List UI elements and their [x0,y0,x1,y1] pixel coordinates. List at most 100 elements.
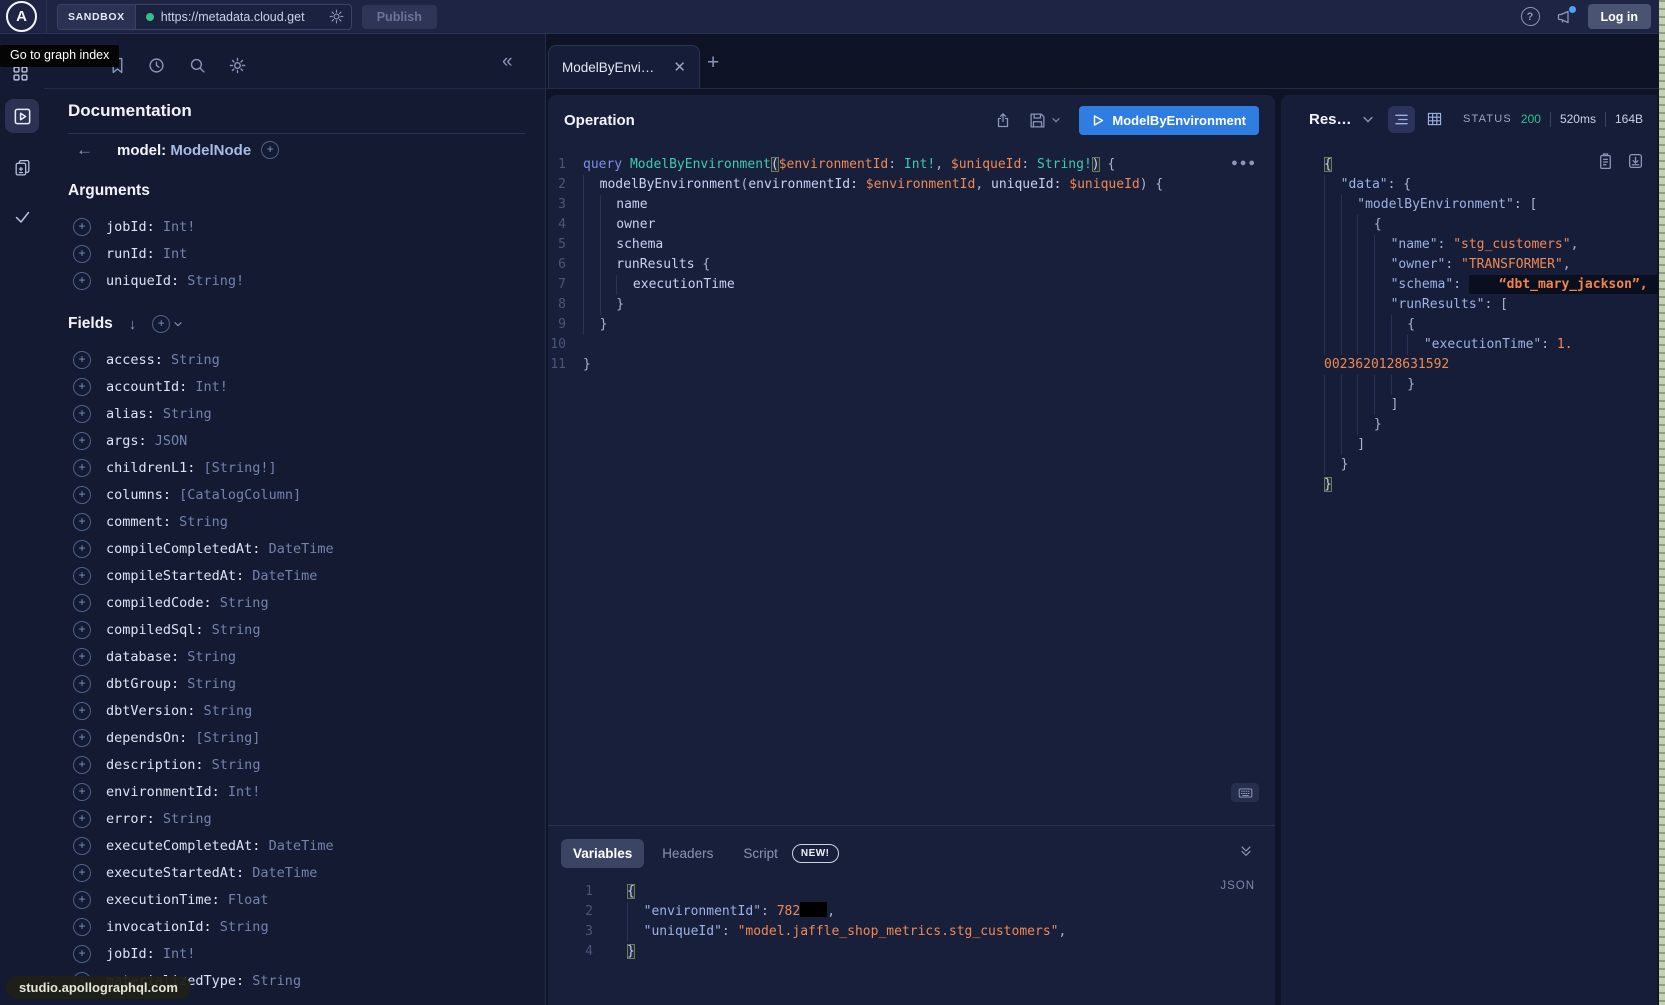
field-name[interactable]: args: [106,433,147,449]
add-to-query-button[interactable]: + [73,540,91,558]
graph-index-icon[interactable] [12,65,29,82]
operation-tab[interactable]: ModelByEnvi… ✕ [548,45,700,88]
tab-script[interactable]: Script [731,839,782,868]
field-name[interactable]: executionTime: [106,892,220,908]
add-to-query-button[interactable]: + [73,351,91,369]
field-name[interactable]: runId: [106,246,155,262]
field-type[interactable]: Int! [155,946,196,962]
chevron-down-icon[interactable] [1362,115,1374,124]
field-type[interactable]: Int [155,246,188,262]
close-tab-icon[interactable]: ✕ [673,58,686,76]
save-group[interactable] [1029,112,1061,129]
field-name[interactable]: dbtGroup: [106,676,179,692]
field-name[interactable]: access: [106,352,163,368]
add-to-query-button[interactable]: + [73,864,91,882]
add-to-query-button[interactable]: + [73,432,91,450]
field-type[interactable]: String [171,514,228,530]
add-to-query-button[interactable]: + [73,486,91,504]
field-name[interactable]: accountId: [106,379,187,395]
add-to-query-button[interactable]: + [73,378,91,396]
field-type[interactable]: DateTime [244,865,317,881]
field-type[interactable]: DateTime [260,838,333,854]
field-name[interactable]: compiledSql: [106,622,204,638]
help-icon[interactable]: ? [1521,7,1540,26]
run-operation-button[interactable]: ModelByEnvironment [1079,106,1259,135]
docs-settings-icon[interactable] [229,57,246,75]
sort-icon[interactable]: ↓ [129,316,137,333]
field-name[interactable]: uniqueId: [106,273,179,289]
add-to-query-button[interactable]: + [73,918,91,936]
field-type[interactable]: String! [179,273,244,289]
field-type[interactable]: String [155,406,212,422]
field-name[interactable]: error: [106,811,155,827]
add-to-query-button[interactable]: + [73,675,91,693]
field-name[interactable]: jobId: [106,946,155,962]
add-all-fields-button[interactable]: + [152,315,183,333]
field-type[interactable]: String [163,352,220,368]
field-type[interactable]: DateTime [260,541,333,557]
response-body[interactable]: {"data": {"modelByEnvironment": [{"name"… [1281,155,1657,495]
apollo-logo[interactable]: A [6,1,37,32]
connection-settings-icon[interactable] [329,9,344,24]
publish-button[interactable]: Publish [362,5,437,29]
field-type[interactable]: [String!] [195,460,276,476]
field-type[interactable]: Int! [187,379,228,395]
field-name[interactable]: columns: [106,487,171,503]
field-type[interactable]: [String] [187,730,260,746]
response-title[interactable]: Res… [1309,111,1352,128]
checks-icon[interactable] [13,209,32,225]
search-icon[interactable] [189,57,206,75]
field-type[interactable]: [CatalogColumn] [171,487,301,503]
add-to-query-button[interactable]: + [73,621,91,639]
add-to-query-button[interactable]: + [73,756,91,774]
field-name[interactable]: invocationId: [106,919,212,935]
explorer-tab-icon[interactable] [5,99,39,133]
field-name[interactable]: compiledCode: [106,595,212,611]
field-name[interactable]: executeStartedAt: [106,865,244,881]
tab-variables[interactable]: Variables [561,839,644,868]
field-name[interactable]: jobId: [106,219,155,235]
keyboard-shortcuts-icon[interactable] [1231,783,1259,802]
field-type[interactable]: String [244,973,301,989]
add-to-query-button[interactable]: + [73,405,91,423]
endpoint-url-input[interactable]: https://metadata.cloud.get [161,10,327,24]
pretty-view-toggle[interactable] [1388,106,1415,133]
collapse-panel-icon[interactable]: « [502,51,513,69]
field-name[interactable]: environmentId: [106,784,220,800]
field-type[interactable]: Int! [220,784,261,800]
login-button[interactable]: Log in [1588,4,1652,29]
field-type[interactable]: DateTime [244,568,317,584]
field-name[interactable]: dependsOn: [106,730,187,746]
field-name[interactable]: executeCompletedAt: [106,838,260,854]
add-to-query-button[interactable]: + [73,729,91,747]
field-name[interactable]: childrenL1: [106,460,195,476]
operation-menu-icon[interactable]: ●●● [1231,157,1257,169]
add-to-query-button[interactable]: + [73,272,91,290]
add-to-query-button[interactable]: + [73,459,91,477]
table-view-toggle[interactable] [1421,106,1448,133]
add-to-query-button[interactable]: + [73,837,91,855]
chevron-down-icon[interactable] [1051,116,1061,124]
field-name[interactable]: comment: [106,514,171,530]
field-type[interactable]: String [204,757,261,773]
add-to-query-button[interactable]: + [73,945,91,963]
add-to-query-button[interactable]: + [73,594,91,612]
add-to-query-button[interactable]: + [73,702,91,720]
field-name[interactable]: description: [106,757,204,773]
add-to-query-button[interactable]: + [73,567,91,585]
save-icon[interactable] [1029,112,1046,129]
field-name[interactable]: alias: [106,406,155,422]
field-type[interactable]: String [212,595,269,611]
field-type[interactable]: String [179,649,236,665]
field-type[interactable]: Int! [155,219,196,235]
share-icon[interactable] [995,112,1011,129]
field-type[interactable]: String [195,703,252,719]
add-to-query-button[interactable]: + [73,218,91,236]
field-type[interactable]: String [155,811,212,827]
field-type[interactable]: String [204,622,261,638]
field-type-link[interactable]: ModelNode [170,142,251,159]
add-to-query-button[interactable]: + [73,245,91,263]
announcements-icon[interactable] [1555,9,1573,25]
collapse-variables-icon[interactable] [1239,844,1253,858]
field-type[interactable]: JSON [147,433,188,449]
